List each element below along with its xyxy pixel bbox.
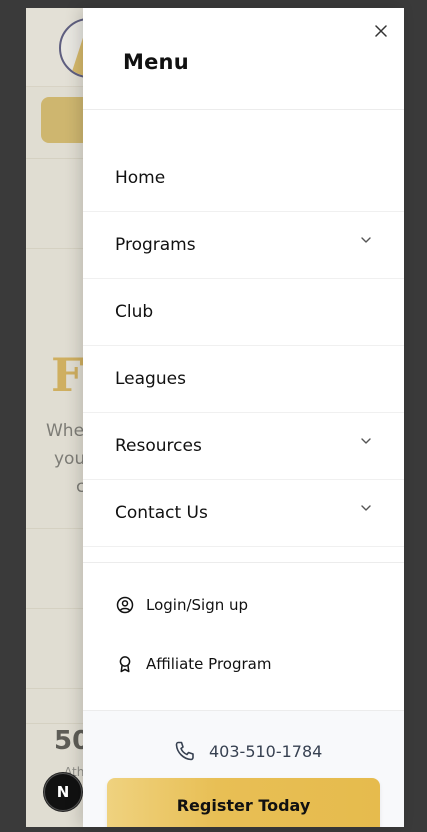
nav-item-programs[interactable]: Programs (83, 212, 404, 279)
close-button[interactable] (370, 20, 392, 42)
login-signup-link[interactable]: Login/Sign up (83, 575, 404, 634)
nav-item-label: Leagues (115, 369, 186, 389)
chevron-down-icon[interactable] (360, 234, 372, 246)
login-signup-label: Login/Sign up (146, 595, 249, 614)
chevron-down-icon[interactable] (360, 435, 372, 447)
nav-item-label: Home (115, 168, 166, 188)
divider (83, 562, 404, 563)
nav-item-label: Resources (115, 436, 202, 456)
nav-item-label: Contact Us (115, 503, 208, 523)
divider (83, 109, 404, 110)
nav-item-contact-us[interactable]: Contact Us (83, 480, 404, 547)
user-circle-icon (116, 596, 134, 613)
phone-number: 403-510-1784 (209, 741, 323, 761)
close-icon (375, 25, 387, 37)
nav-item-resources[interactable]: Resources (83, 413, 404, 480)
nav-item-home[interactable]: Home (83, 145, 404, 212)
nav-item-club[interactable]: Club (83, 279, 404, 346)
next-dev-badge[interactable]: N (44, 773, 82, 811)
award-icon (119, 655, 131, 672)
secondary-nav: Login/Sign up Affiliate Program (83, 575, 404, 693)
side-menu-drawer: Menu Home Programs Club Leagues Resource… (83, 8, 404, 827)
menu-title: Menu (123, 50, 189, 74)
chevron-down-icon[interactable] (360, 502, 372, 514)
affiliate-program-link[interactable]: Affiliate Program (83, 634, 404, 693)
drawer-footer: 403-510-1784 Register Today (83, 710, 404, 827)
register-today-button[interactable]: Register Today (107, 778, 380, 827)
nav-item-leagues[interactable]: Leagues (83, 346, 404, 413)
main-nav: Home Programs Club Leagues Resources Con… (83, 145, 404, 547)
phone-icon (175, 741, 194, 761)
nav-item-label: Programs (115, 235, 196, 255)
phone-link[interactable]: 403-510-1784 (173, 739, 322, 763)
nav-item-label: Club (115, 302, 154, 322)
affiliate-program-label: Affiliate Program (146, 654, 272, 673)
